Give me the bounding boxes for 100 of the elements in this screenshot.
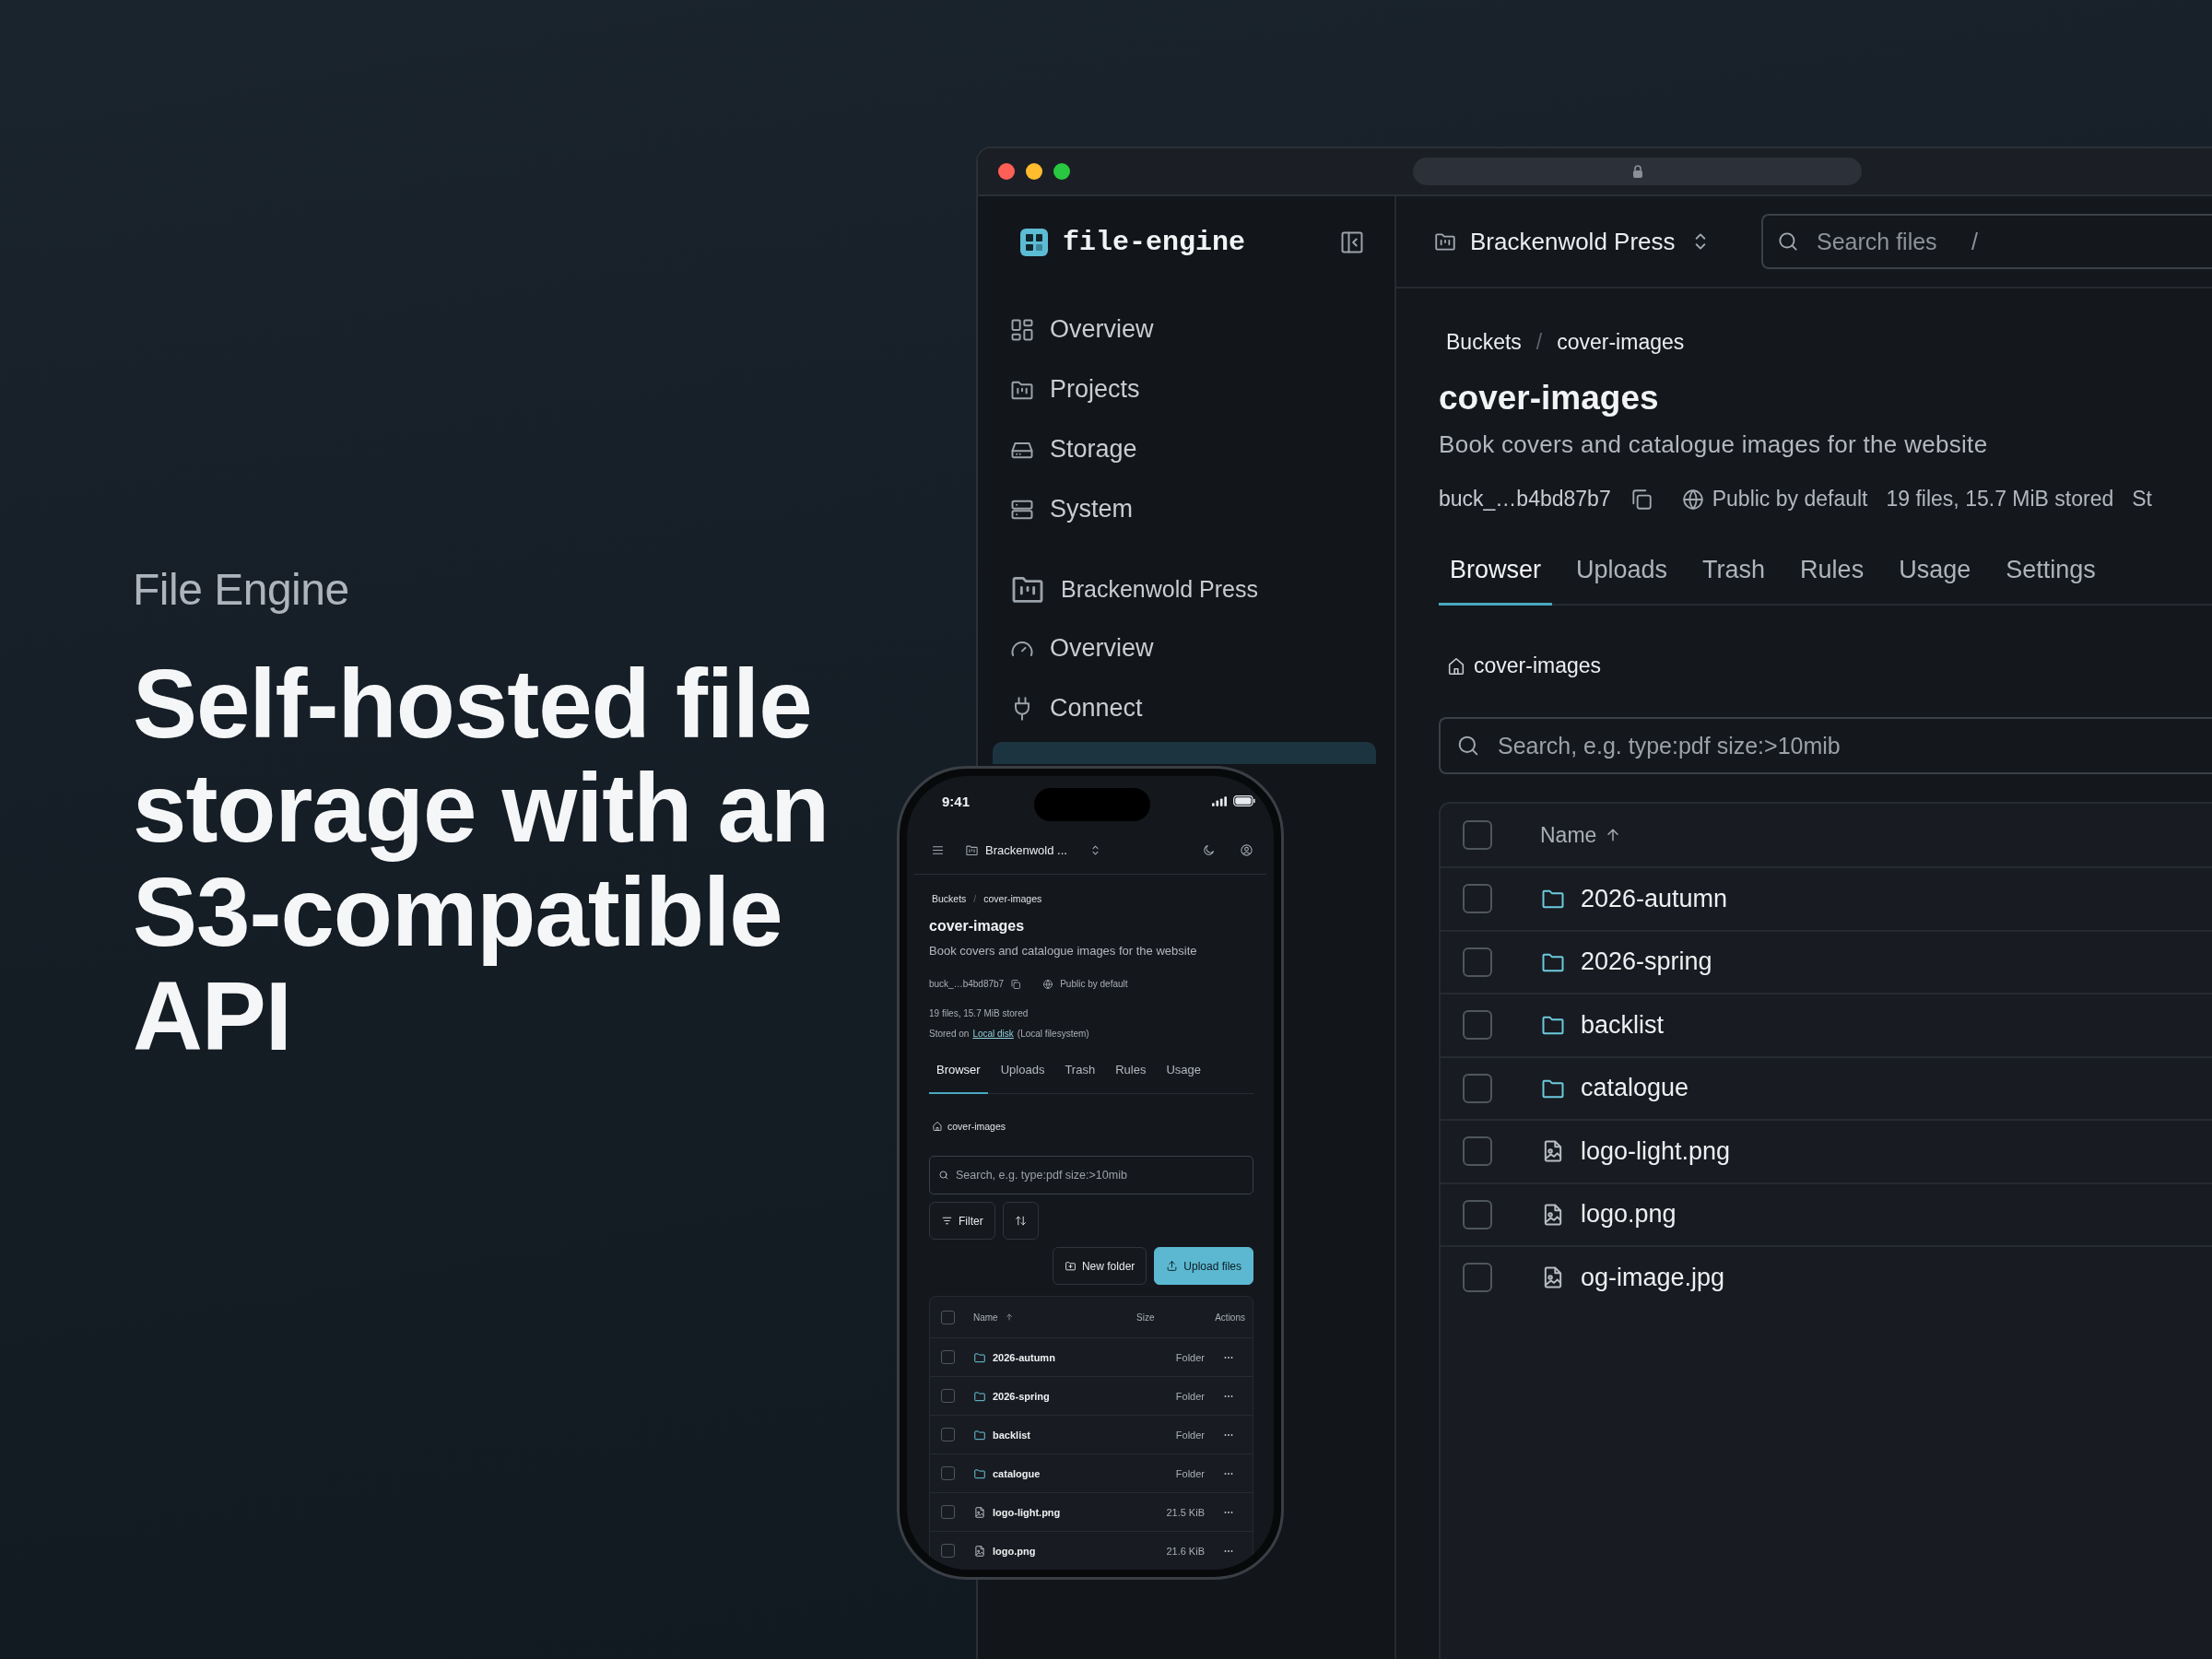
file-name[interactable]: backlist xyxy=(993,1429,1030,1441)
tab[interactable]: Settings xyxy=(1994,543,2107,606)
search-icon xyxy=(1776,229,1800,253)
storage-label: St xyxy=(2132,487,2152,512)
tab[interactable]: Browser xyxy=(929,1063,988,1094)
window-control[interactable] xyxy=(998,163,1015,180)
file-name[interactable]: 2026-spring xyxy=(993,1390,1050,1402)
column-header[interactable]: Size xyxy=(1136,1312,1201,1323)
checkbox[interactable] xyxy=(1463,820,1492,850)
file-name[interactable]: backlist xyxy=(1581,1010,1665,1040)
bucket-stats: 19 files, 15.7 MiB stored xyxy=(1886,487,2114,512)
nav-item[interactable]: Overview xyxy=(993,618,1376,678)
file-name[interactable]: 2026-autumn xyxy=(993,1351,1055,1363)
battery-icon xyxy=(1233,795,1255,806)
checkbox[interactable] xyxy=(1463,1010,1492,1041)
file-size: 21.5 KiB xyxy=(1165,1506,1205,1518)
file-name[interactable]: 2026-autumn xyxy=(1581,884,1728,913)
tab[interactable]: Rules xyxy=(1108,1063,1154,1094)
project-selector[interactable]: Brackenwold Press xyxy=(1009,561,1376,617)
checkbox[interactable] xyxy=(941,1544,955,1558)
column-header[interactable]: Name xyxy=(973,1312,1136,1323)
nav-item[interactable]: Storage xyxy=(993,419,1376,479)
breadcrumb-link[interactable]: Buckets xyxy=(932,891,967,906)
column-header[interactable]: Actions xyxy=(1201,1312,1253,1323)
search-field[interactable]: Search files / xyxy=(1761,214,2212,269)
tab[interactable]: Usage xyxy=(1888,543,1983,606)
new-folder-button[interactable]: New folder xyxy=(1052,1247,1147,1285)
shortcut-hint: / xyxy=(1971,228,1978,255)
home-icon xyxy=(932,1121,943,1132)
nav-item[interactable]: Connect xyxy=(993,678,1376,738)
folder-path[interactable]: cover-images xyxy=(947,1120,1006,1133)
column-header[interactable]: Name xyxy=(1540,822,1623,848)
checkbox[interactable] xyxy=(941,1428,955,1441)
filter-icon xyxy=(941,1215,953,1227)
checkbox[interactable] xyxy=(1463,1199,1492,1230)
folder-plus-icon xyxy=(1064,1260,1077,1272)
window-control[interactable] xyxy=(1053,163,1070,180)
page-title: cover-images xyxy=(929,917,1026,935)
file-name[interactable]: 2026-spring xyxy=(1581,947,1712,977)
checkbox[interactable] xyxy=(941,1350,955,1364)
search-field[interactable]: Search, e.g. type:pdf size:>10mib xyxy=(929,1156,1253,1194)
tab[interactable]: Rules xyxy=(1789,543,1876,606)
checkbox[interactable] xyxy=(941,1505,955,1519)
checkbox[interactable] xyxy=(1463,1136,1492,1167)
file-size: 21.6 KiB xyxy=(1165,1545,1205,1557)
search-input[interactable]: Search files xyxy=(1817,228,1955,255)
breadcrumb-separator: / xyxy=(1535,329,1543,355)
tab[interactable]: Uploads xyxy=(993,1063,1053,1094)
product-name: File Engine xyxy=(133,564,350,615)
checkbox[interactable] xyxy=(1463,1263,1492,1293)
storage-link[interactable]: Local disk xyxy=(972,1028,1014,1041)
storage-label: Stored on xyxy=(929,1028,970,1041)
nav-item[interactable]: Projects xyxy=(993,359,1376,419)
bucket-stats: 19 files, 15.7 MiB stored xyxy=(929,1007,1030,1020)
checkbox[interactable] xyxy=(1463,1073,1492,1103)
collapse-sidebar-icon[interactable] xyxy=(1339,229,1365,255)
file-name[interactable]: logo.png xyxy=(1581,1200,1677,1230)
image-file-icon xyxy=(973,1544,986,1558)
checkbox[interactable] xyxy=(941,1310,955,1324)
tab[interactable]: Trash xyxy=(1691,543,1777,606)
user-icon[interactable] xyxy=(1240,842,1253,857)
copy-icon[interactable] xyxy=(1010,979,1022,990)
visibility-label: Public by default xyxy=(1060,978,1128,991)
project-switcher[interactable]: Brackenwold ... xyxy=(965,842,1102,857)
file-name[interactable]: logo-light.png xyxy=(993,1506,1061,1518)
globe-icon xyxy=(1680,487,1705,512)
sort-button[interactable] xyxy=(1002,1202,1039,1240)
file-name[interactable]: logo.png xyxy=(993,1545,1036,1557)
file-size: Folder xyxy=(1174,1429,1205,1441)
file-name[interactable]: catalogue xyxy=(1581,1074,1689,1103)
file-name[interactable]: logo-light.png xyxy=(1581,1136,1731,1166)
file-name[interactable]: og-image.jpg xyxy=(1581,1263,1725,1292)
file-name[interactable]: catalogue xyxy=(993,1467,1041,1479)
folder-path[interactable]: cover-images xyxy=(1474,653,1602,678)
tab[interactable]: Usage xyxy=(1159,1063,1208,1094)
breadcrumb-link[interactable]: cover-images xyxy=(983,891,1042,906)
folder-icon xyxy=(973,1466,986,1480)
nav-item[interactable]: System xyxy=(993,479,1376,539)
search-input[interactable]: Search, e.g. type:pdf size:>10mib xyxy=(1498,732,2212,759)
storage-type: (Local filesystem) xyxy=(1017,1028,1089,1041)
checkbox[interactable] xyxy=(1463,884,1492,914)
tab[interactable]: Trash xyxy=(1057,1063,1103,1094)
search-field[interactable]: Search, e.g. type:pdf size:>10mib xyxy=(1439,717,2212,774)
bucket-id: buck_…b4bd87b7 xyxy=(1439,487,1611,512)
nav-item[interactable]: Overview xyxy=(993,300,1376,359)
moon-icon[interactable] xyxy=(1202,842,1216,857)
lock-icon xyxy=(1631,164,1643,179)
breadcrumb-link[interactable]: cover-images xyxy=(1557,329,1685,355)
checkbox[interactable] xyxy=(941,1389,955,1403)
upload-button[interactable]: Upload files xyxy=(1154,1247,1253,1285)
checkbox[interactable] xyxy=(1463,947,1492,977)
project-switcher[interactable]: Brackenwold Press xyxy=(1433,227,1761,256)
checkbox[interactable] xyxy=(941,1466,955,1480)
breadcrumb-link[interactable]: Buckets xyxy=(1446,329,1522,355)
window-control[interactable] xyxy=(1026,163,1042,180)
signal-icon xyxy=(1212,795,1227,806)
tab[interactable]: Browser xyxy=(1439,543,1553,606)
search-input[interactable]: Search, e.g. type:pdf size:>10mib xyxy=(956,1169,1244,1182)
filter-button[interactable]: Filter xyxy=(929,1202,995,1240)
tab[interactable]: Uploads xyxy=(1565,543,1679,606)
